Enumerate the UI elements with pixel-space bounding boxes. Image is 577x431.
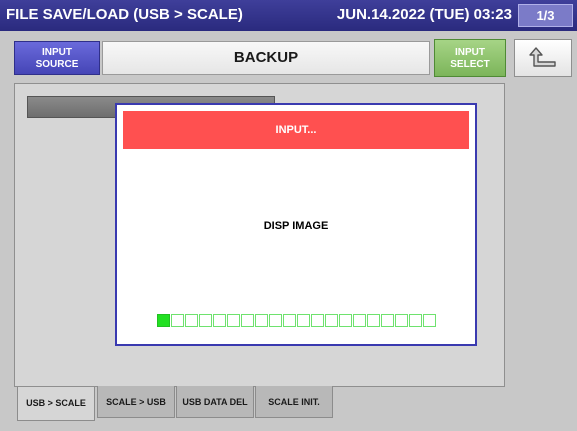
progress-cell	[353, 314, 366, 327]
page-indicator[interactable]: 1/3	[518, 4, 573, 27]
progress-cell	[339, 314, 352, 327]
progress-cell	[255, 314, 268, 327]
progress-cell	[269, 314, 282, 327]
progress-cell	[157, 314, 170, 327]
progress-cell	[367, 314, 380, 327]
progress-dialog: INPUT... DISP IMAGE	[115, 103, 477, 346]
progress-cell	[283, 314, 296, 327]
date-time: JUN.14.2022 (TUE) 03:23	[336, 6, 512, 23]
progress-cell	[185, 314, 198, 327]
progress-cell	[241, 314, 254, 327]
progress-cell	[311, 314, 324, 327]
back-button[interactable]	[514, 39, 572, 77]
input-source-label-line2: SOURCE	[35, 59, 79, 70]
progress-cell	[409, 314, 422, 327]
dialog-message: DISP IMAGE	[263, 220, 329, 232]
progress-cell	[381, 314, 394, 327]
page-title: BACKUP	[102, 41, 430, 75]
progress-indicator	[157, 314, 436, 327]
progress-cell	[227, 314, 240, 327]
progress-cell	[325, 314, 338, 327]
tab-usb-data-del[interactable]: USB DATA DEL	[176, 386, 254, 418]
progress-cell	[423, 314, 436, 327]
progress-cell	[171, 314, 184, 327]
input-source-button[interactable]: INPUT SOURCE	[14, 41, 100, 75]
tab-usb-to-scale[interactable]: USB > SCALE	[17, 387, 95, 421]
input-source-label-line1: INPUT	[42, 47, 72, 58]
input-select-button[interactable]: INPUT SELECT	[434, 39, 506, 77]
window-title: FILE SAVE/LOAD (USB > SCALE)	[6, 6, 243, 23]
progress-cell	[199, 314, 212, 327]
title-bar: FILE SAVE/LOAD (USB > SCALE) JUN.14.2022…	[0, 0, 577, 31]
tab-scale-init[interactable]: SCALE INIT.	[255, 386, 333, 418]
progress-cell	[213, 314, 226, 327]
return-arrow-icon	[529, 47, 556, 67]
input-select-label-line1: INPUT	[455, 47, 485, 58]
dialog-header: INPUT...	[123, 111, 469, 149]
tab-scale-to-usb[interactable]: SCALE > USB	[97, 386, 175, 418]
progress-cell	[395, 314, 408, 327]
input-select-label-line2: SELECT	[450, 59, 490, 70]
progress-cell	[297, 314, 310, 327]
